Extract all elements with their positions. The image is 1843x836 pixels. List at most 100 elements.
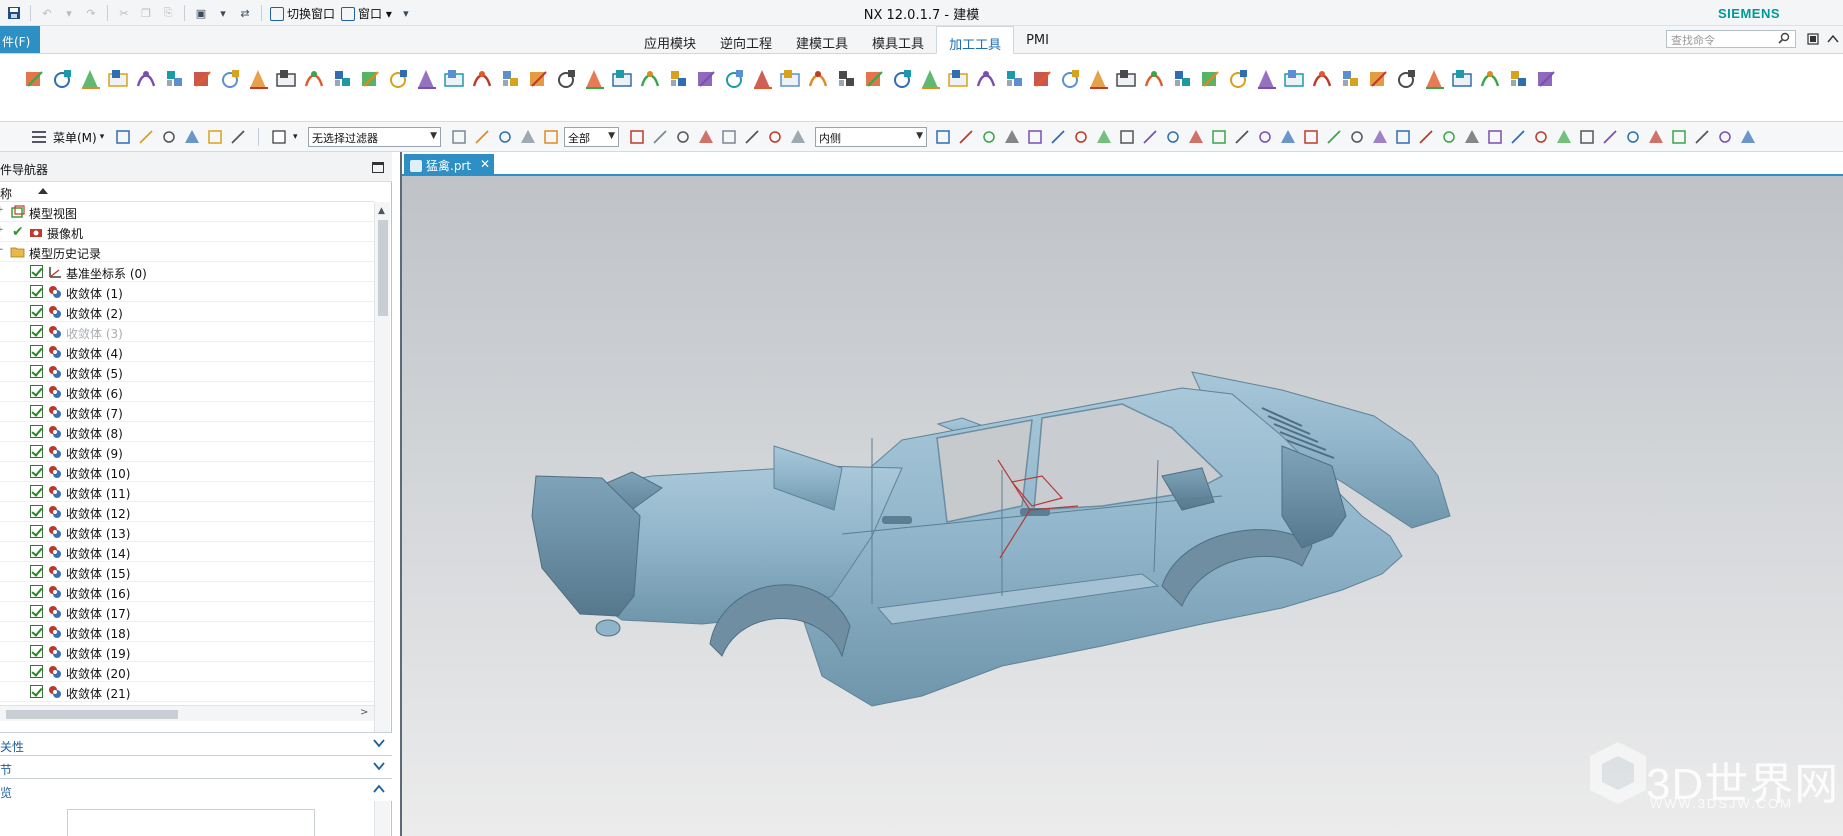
expand-node-icon[interactable]: + <box>0 206 5 215</box>
clamp-icon[interactable] <box>1338 66 1363 94</box>
move-object-icon[interactable] <box>1440 128 1458 146</box>
tab-modeling-tools[interactable]: 建模工具 <box>784 26 860 54</box>
select-edge-icon[interactable] <box>519 128 537 146</box>
tab-applications[interactable]: 应用模块 <box>632 26 708 54</box>
scroll-right-icon[interactable]: > <box>360 707 368 718</box>
align-bars-icon[interactable] <box>162 66 187 94</box>
scatter-points-icon[interactable] <box>722 66 747 94</box>
tree-row[interactable]: 收敛体 (10) <box>0 462 374 482</box>
settings-gear-icon[interactable] <box>1716 128 1734 146</box>
table-layout-icon[interactable] <box>106 66 131 94</box>
name-label-icon[interactable] <box>890 66 915 94</box>
hole-feature-icon[interactable] <box>190 66 215 94</box>
open-folder-icon[interactable] <box>160 128 178 146</box>
clock-icon[interactable] <box>1478 66 1503 94</box>
visibility-checkbox[interactable] <box>30 685 43 698</box>
visibility-checkbox[interactable] <box>30 505 43 518</box>
graphics-viewport[interactable] <box>402 176 1843 836</box>
visibility-checkbox[interactable] <box>30 325 43 338</box>
tree-row[interactable]: 收敛体 (4) <box>0 342 374 362</box>
lasso-select-icon[interactable] <box>789 128 807 146</box>
view-orient-icon[interactable] <box>1302 128 1320 146</box>
camera-view-icon[interactable] <box>1624 128 1642 146</box>
rotate-view-icon[interactable] <box>1486 128 1504 146</box>
window-layout-icon[interactable]: ▣ <box>193 4 209 22</box>
curve-tool-icon[interactable] <box>50 66 75 94</box>
tree-horizontal-scrollbar[interactable]: > <box>0 705 374 721</box>
box-select-icon[interactable] <box>766 128 784 146</box>
scrollbar-thumb[interactable] <box>378 220 388 316</box>
circle-outline-icon[interactable] <box>666 66 691 94</box>
tree-row[interactable]: + ✔ 摄像机 <box>0 222 374 242</box>
truck-model[interactable] <box>402 176 1843 836</box>
document-tab[interactable]: 猛禽.prt ✕ <box>404 154 494 176</box>
tree-row[interactable]: 收敛体 (19) <box>0 642 374 662</box>
tree-row[interactable]: 收敛体 (11) <box>0 482 374 502</box>
visibility-checkbox[interactable] <box>30 365 43 378</box>
tiger-badge-icon[interactable] <box>274 66 299 94</box>
fork-tool-icon[interactable] <box>918 66 943 94</box>
gradient-map-icon[interactable] <box>610 66 635 94</box>
visibility-checkbox[interactable] <box>30 485 43 498</box>
ruler-tool-icon[interactable] <box>498 66 523 94</box>
name-column-header[interactable]: 名称 <box>0 185 12 202</box>
point-snap-icon[interactable] <box>1026 128 1044 146</box>
intersection-icon[interactable] <box>720 128 738 146</box>
visualization-icon[interactable] <box>1693 128 1711 146</box>
save-all-icon[interactable] <box>206 128 224 146</box>
visibility-checkbox[interactable] <box>30 645 43 658</box>
visibility-checkbox[interactable] <box>30 385 43 398</box>
snap-view-icon[interactable] <box>1670 128 1688 146</box>
curve-snap-icon[interactable] <box>1072 128 1090 146</box>
press-tool-icon[interactable] <box>638 66 663 94</box>
tree-row[interactable]: 收敛体 (13) <box>0 522 374 542</box>
visibility-checkbox[interactable] <box>30 445 43 458</box>
cluster-icon[interactable] <box>862 66 887 94</box>
edit-section-icon[interactable] <box>1394 128 1412 146</box>
box-split-icon[interactable] <box>526 66 551 94</box>
tab-reverse-engineering[interactable]: 逆向工程 <box>708 26 784 54</box>
eject-icon[interactable] <box>1310 66 1335 94</box>
select-body-icon[interactable] <box>542 128 560 146</box>
visibility-checkbox[interactable] <box>30 345 43 358</box>
filter-sheet-icon[interactable] <box>957 128 975 146</box>
runner-icon[interactable] <box>1198 66 1223 94</box>
tab-machining-tools[interactable]: 加工工具 <box>936 26 1015 54</box>
undo-icon[interactable]: ↶ <box>39 4 55 22</box>
collapse-node-icon[interactable]: − <box>0 246 5 255</box>
line-snap-icon[interactable] <box>1049 128 1067 146</box>
center-point-icon[interactable] <box>651 128 669 146</box>
quadrant-snap-icon[interactable] <box>1210 128 1228 146</box>
point-on-curve-icon[interactable] <box>628 128 646 146</box>
tree-row[interactable]: 收敛体 (9) <box>0 442 374 462</box>
insert-icon[interactable] <box>1282 66 1307 94</box>
end-point-icon[interactable] <box>1095 128 1113 146</box>
cavity-icon[interactable] <box>1030 66 1055 94</box>
visibility-checkbox[interactable] <box>30 605 43 618</box>
clipboard-list-icon[interactable] <box>134 66 159 94</box>
visibility-checkbox[interactable] <box>30 265 43 278</box>
tree-row[interactable]: 收敛体 (17) <box>0 602 374 622</box>
background-icon[interactable] <box>1578 128 1596 146</box>
filter-body-icon[interactable] <box>934 128 952 146</box>
copy-icon[interactable]: ❐ <box>138 4 154 22</box>
sweep-tool-icon[interactable] <box>22 66 47 94</box>
save-icon[interactable] <box>6 4 22 22</box>
edge-tool-icon[interactable] <box>414 66 439 94</box>
zoom-view-icon[interactable] <box>1532 128 1550 146</box>
mirror-box-icon[interactable] <box>750 66 775 94</box>
dependencies-section[interactable]: 相关性 <box>0 732 392 755</box>
tree-row[interactable]: 收敛体 (15) <box>0 562 374 582</box>
extract-geometry-icon[interactable] <box>78 66 103 94</box>
command-search-input[interactable]: 查找命令 <box>1666 30 1796 48</box>
tree-row[interactable]: 收敛体 (14) <box>0 542 374 562</box>
visibility-checkbox[interactable] <box>30 585 43 598</box>
stack-icon[interactable] <box>834 66 859 94</box>
grid-target-icon[interactable] <box>694 66 719 94</box>
slider-tool-icon[interactable] <box>1170 66 1195 94</box>
search-icon[interactable] <box>1778 32 1790 44</box>
layer-visibility-icon[interactable] <box>1371 128 1389 146</box>
undo-dropdown-icon[interactable]: ▾ <box>61 4 77 22</box>
fit-view-icon[interactable] <box>1325 128 1343 146</box>
orient-view-icon[interactable] <box>1647 128 1665 146</box>
